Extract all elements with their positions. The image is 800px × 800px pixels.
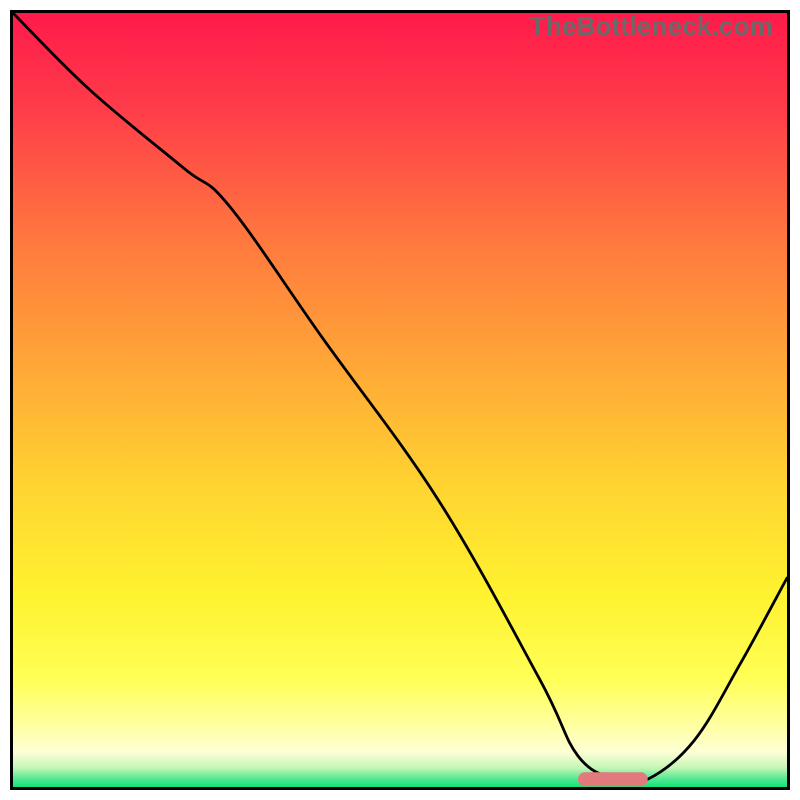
bottleneck-curve-path — [13, 13, 787, 783]
chart-overlay — [13, 13, 787, 787]
optimal-range-marker — [578, 772, 648, 786]
chart-frame: TheBottleneck.com — [10, 10, 790, 790]
